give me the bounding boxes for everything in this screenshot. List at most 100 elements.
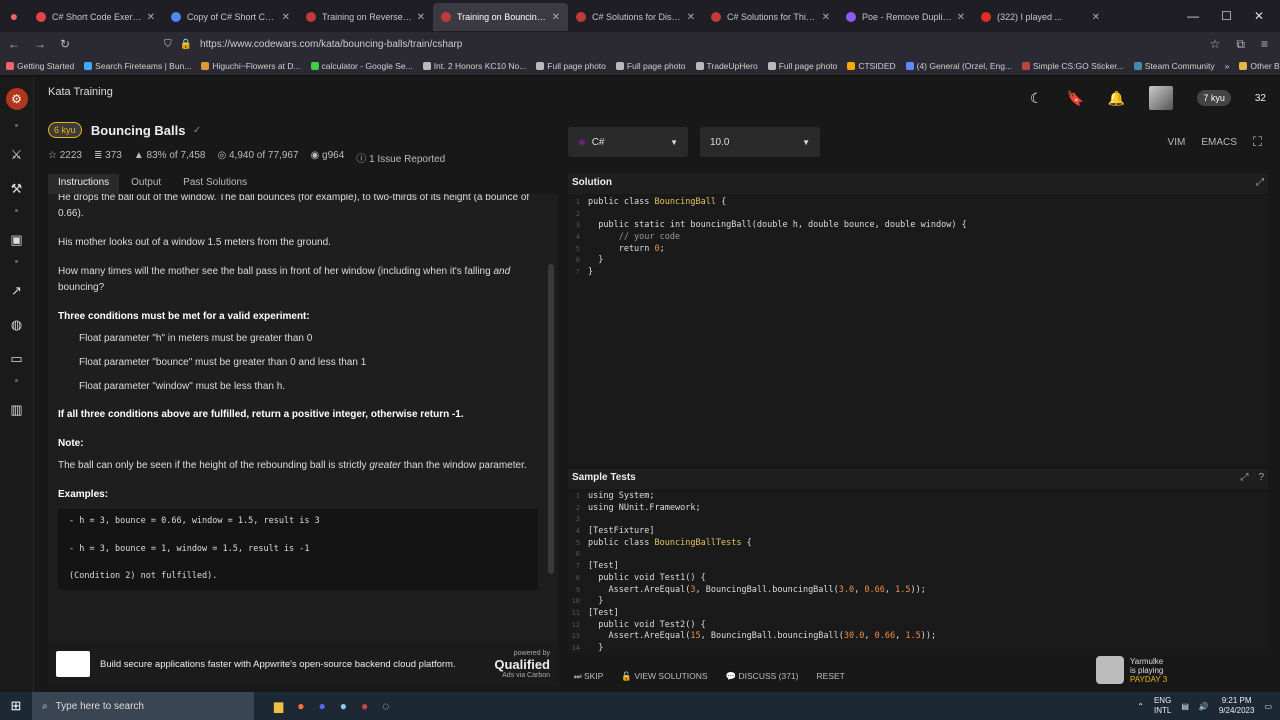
language-indicator[interactable]: ENG INTL <box>1154 696 1171 717</box>
bookmark-item[interactable]: Getting Started <box>6 61 74 71</box>
other-bookmarks[interactable]: Other Bookmarks <box>1239 61 1280 71</box>
fullscreen-icon[interactable]: ⛶ <box>1253 134 1262 150</box>
app-taskbar-icon[interactable]: ● <box>361 699 368 713</box>
windows-start-icon[interactable]: ⊞ <box>0 698 32 714</box>
close-tab-icon[interactable]: ✕ <box>147 12 155 23</box>
ad-text[interactable]: Build secure applications faster with Ap… <box>100 659 494 670</box>
view-solutions-button[interactable]: 🔓 VIEW SOLUTIONS <box>621 671 707 682</box>
minimize-icon[interactable]: — <box>1187 9 1199 23</box>
browser-tab[interactable]: Copy of C# Short Code Ex✕ <box>163 3 298 31</box>
back-icon[interactable]: ← <box>8 37 20 51</box>
firefox-icon[interactable]: ● <box>0 0 28 32</box>
chat-icon[interactable]: ▭ <box>10 351 22 366</box>
tab-instructions[interactable]: Instructions <box>48 174 120 194</box>
close-tab-icon[interactable]: ✕ <box>822 12 830 23</box>
emacs-mode-button[interactable]: EMACS <box>1201 137 1237 148</box>
dark-mode-icon[interactable]: ☾ <box>1030 90 1043 107</box>
bookmark-star-icon[interactable]: ☆ <box>1210 37 1221 52</box>
docs-book-icon[interactable]: ▥ <box>10 402 22 417</box>
bookmark-item[interactable]: Simple CS:GO Sticker... <box>1022 61 1124 71</box>
more-bookmarks-icon[interactable]: » <box>1225 61 1230 71</box>
avatar[interactable] <box>1149 86 1174 110</box>
reset-button[interactable]: RESET <box>817 671 845 681</box>
discuss-button[interactable]: 💬 DISCUSS (371) <box>726 671 799 682</box>
discord-icon[interactable]: ◍ <box>11 317 22 332</box>
firefox-taskbar-icon[interactable]: ● <box>297 699 304 713</box>
train-icon[interactable]: ⚔ <box>11 147 23 162</box>
help-icon[interactable]: ? <box>1258 472 1264 486</box>
author-stat[interactable]: ◉ g964 <box>311 150 345 165</box>
close-tab-icon[interactable]: ✕ <box>282 12 290 23</box>
check-icon: ✓ <box>192 125 202 137</box>
app-taskbar-icon[interactable]: ◌ <box>382 699 389 713</box>
close-window-icon[interactable]: ✕ <box>1254 9 1264 23</box>
expand-icon[interactable]: ⤢ <box>1240 472 1248 486</box>
leaderboard-icon[interactable]: ↗ <box>11 283 22 298</box>
browser-tab[interactable]: Poe - Remove Duplicates✕ <box>838 3 973 31</box>
network-icon[interactable]: ▤ <box>1181 702 1189 711</box>
bookmark-item[interactable]: (4) General (Orzel, Eng... <box>905 61 1012 71</box>
ad-banner[interactable]: Build secure applications faster with Ap… <box>48 642 558 686</box>
close-tab-icon[interactable]: ✕ <box>552 12 560 23</box>
expand-icon[interactable]: ⤢ <box>1256 177 1264 191</box>
steam-taskbar-icon[interactable]: ● <box>340 699 347 713</box>
bookmark-item[interactable]: TradeUpHero <box>695 61 758 71</box>
briefcase-icon[interactable]: ▣ <box>10 232 22 247</box>
reload-icon[interactable]: ↻ <box>60 37 70 51</box>
browser-tab[interactable]: (322) I played ... ✕ <box>973 3 1108 31</box>
bookmark-item[interactable]: Full page photo <box>536 61 606 71</box>
notification-center-icon[interactable]: ▭ <box>1264 702 1272 711</box>
tab-output[interactable]: Output <box>121 174 171 194</box>
version-select[interactable]: 10.0 ▼ <box>700 127 820 157</box>
practice-icon[interactable]: ⚒ <box>11 181 23 196</box>
bookmark-item[interactable]: Int. 2 Honors KC10 No... <box>422 61 526 71</box>
bookmark-item[interactable]: Search Fireteams | Bun... <box>84 61 191 71</box>
clock[interactable]: 9:21 PM 9/24/2023 <box>1219 696 1255 717</box>
line-number: 10 <box>571 597 580 606</box>
line-number: 7 <box>575 562 580 571</box>
notifications-bell-icon[interactable]: 🔔 <box>1108 90 1125 107</box>
scrollbar[interactable] <box>548 264 554 574</box>
bookmark-item[interactable]: CTSIDED <box>847 61 896 71</box>
skip-button[interactable]: ⏭ SKIP <box>574 671 603 682</box>
bookmark-item[interactable]: Steam Community <box>1133 61 1215 71</box>
favicon-icon <box>171 12 181 22</box>
discord-taskbar-icon[interactable]: ● <box>318 699 325 713</box>
codewars-logo-icon[interactable]: ⚙ <box>5 88 28 110</box>
friend-notification[interactable]: Yarmulke is playing PAYDAY 3 <box>1096 652 1280 688</box>
forward-icon[interactable]: → <box>34 37 46 51</box>
extensions-icon[interactable]: ⧉ <box>1236 37 1245 52</box>
maximize-icon[interactable]: ☐ <box>1221 9 1232 23</box>
browser-tab[interactable]: Training on Reverse words✕ <box>298 3 433 31</box>
close-tab-icon[interactable]: ✕ <box>687 12 695 23</box>
language-select[interactable]: ◆ C# ▼ <box>568 127 688 157</box>
close-tab-icon[interactable]: ✕ <box>1092 12 1100 23</box>
bookmark-item[interactable]: Full page photo <box>615 61 686 71</box>
taskbar-search[interactable]: ⌕ Type here to search <box>32 692 254 720</box>
bookmark-item[interactable]: Full page photo <box>767 61 837 71</box>
volume-icon[interactable]: 🔊 <box>1199 702 1209 711</box>
browser-tab[interactable]: C# Solutions for Disemvo✕ <box>568 3 703 31</box>
bookmark-icon[interactable]: 🔖 <box>1066 90 1083 107</box>
bookmark-item[interactable]: Higuchi~Flowers at D... <box>201 61 301 71</box>
line-number: 1 <box>575 492 580 500</box>
browser-tab[interactable]: C# Solutions for Thinkful ✕ <box>703 3 838 31</box>
menu-icon[interactable]: ≡ <box>1261 37 1268 52</box>
address-bar[interactable]: ⛉ 🔒 https://www.codewars.com/kata/bounci… <box>164 39 1196 50</box>
example-line: - h = 3, bounce = 1, window = 1.5, resul… <box>69 543 310 554</box>
example-line: - h = 3, bounce = 0.66, window = 1.5, re… <box>69 516 320 526</box>
sample-tests-editor[interactable]: 1 using System; 2 using NUnit.Framework; 3 4[… <box>568 491 1268 653</box>
tab-past-solutions[interactable]: Past Solutions <box>173 174 257 194</box>
close-tab-icon[interactable]: ✕ <box>417 12 425 23</box>
instructions-panel[interactable]: He drops the ball out of the window. The… <box>48 194 558 642</box>
issues-stat[interactable]: ⓘ 1 Issue Reported <box>356 150 445 165</box>
conditions-list: Float parameter "h" in meters must be gr… <box>58 331 538 395</box>
vim-mode-button[interactable]: VIM <box>1168 137 1186 148</box>
close-tab-icon[interactable]: ✕ <box>957 12 965 23</box>
file-explorer-icon[interactable]: ▆ <box>274 699 283 713</box>
bookmark-item[interactable]: calculator - Google Se... <box>310 61 413 71</box>
solution-editor[interactable]: 1 public class BouncingBall {2 3 public st… <box>568 196 1268 466</box>
browser-tab[interactable]: Training on Bouncing Balls✕ <box>433 3 568 31</box>
browser-tab[interactable]: C# Short Code Exercises✕ <box>28 3 163 31</box>
tray-overflow-icon[interactable]: ⌃ <box>1137 702 1144 711</box>
